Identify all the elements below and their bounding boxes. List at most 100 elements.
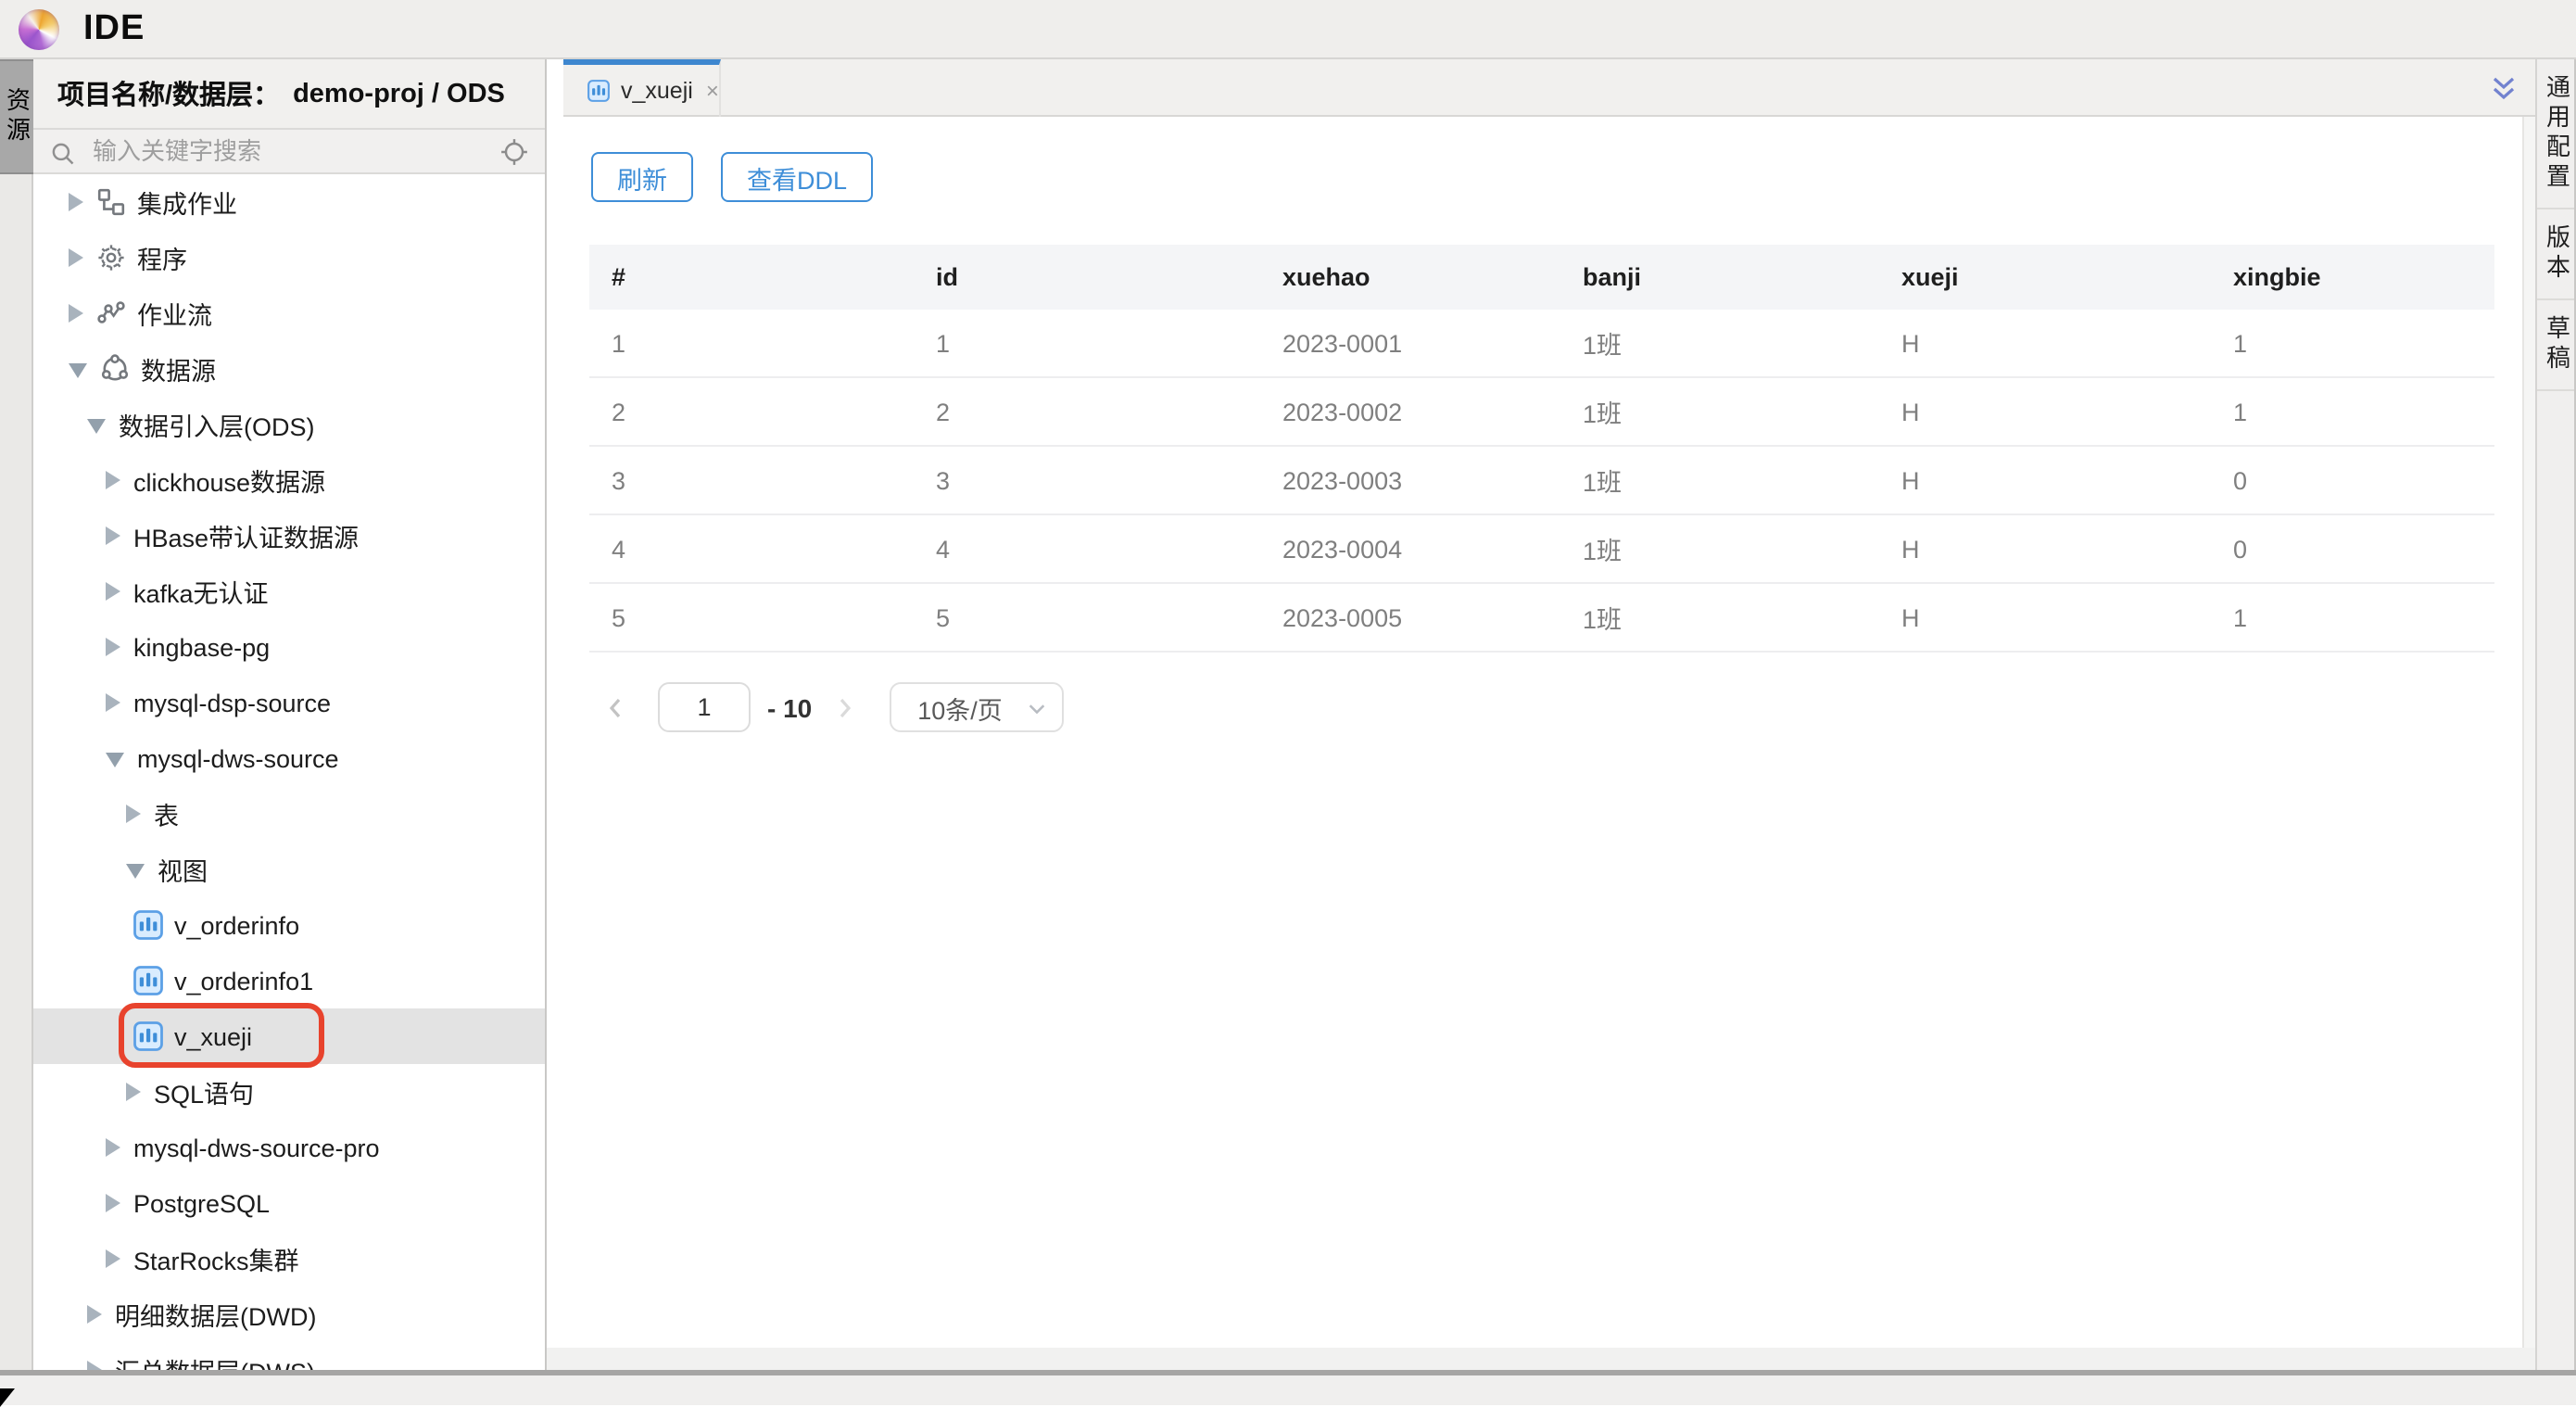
table-cell: 1 [2211, 377, 2494, 446]
search-input[interactable] [89, 135, 500, 167]
chevron-right-icon[interactable] [87, 1305, 102, 1324]
chevron-right-icon[interactable] [106, 1194, 120, 1212]
chevron-right-icon[interactable] [106, 1249, 120, 1268]
tree-item-label: v_xueji [174, 1022, 252, 1050]
page-range-label: - 10 [767, 692, 812, 722]
tree-item-v_xueji[interactable]: v_xueji [33, 1008, 545, 1064]
top-app-bar: IDE [0, 0, 2576, 59]
collapse-panel-icon[interactable] [2491, 74, 2517, 102]
page-number-input[interactable] [658, 682, 751, 732]
explorer-header-label: 项目名称/数据层： [57, 74, 280, 113]
table-cell: H [1879, 446, 2211, 514]
chevron-right-icon[interactable] [69, 304, 83, 323]
column-header: xuehao [1260, 245, 1560, 310]
chevron-right-icon[interactable] [106, 1138, 120, 1157]
app-title: IDE [83, 8, 145, 49]
table-cell: 1 [589, 310, 914, 377]
refresh-button[interactable]: 刷新 [591, 152, 693, 202]
tree-item-label: StarRocks集群 [133, 1240, 299, 1277]
tree-item--[interactable]: 作业流 [33, 285, 545, 341]
chevron-right-icon[interactable] [87, 1361, 102, 1370]
table-row: 552023-00051班H1 [589, 583, 2494, 652]
rail-item-draft[interactable]: 草稿 [2537, 300, 2574, 391]
vertical-scrollbar[interactable] [2522, 117, 2535, 1348]
explorer-header: 项目名称/数据层： demo-proj / ODS [33, 59, 545, 130]
table-cell: 4 [589, 514, 914, 583]
tree-item-kafka-[interactable]: kafka无认证 [33, 564, 545, 619]
chevron-right-icon[interactable] [106, 693, 120, 712]
chevron-right-icon[interactable] [106, 526, 120, 545]
chevron-right-icon[interactable] [126, 1083, 141, 1101]
tree-item-label: v_orderinfo1 [174, 967, 313, 995]
chevron-right-icon[interactable] [106, 582, 120, 601]
chevron-down-icon[interactable] [69, 362, 87, 377]
page-size-select[interactable]: 10条/页 [890, 682, 1064, 732]
chevron-down-icon[interactable] [106, 752, 124, 767]
table-row: 442023-00041班H0 [589, 514, 2494, 583]
resource-explorer-panel: 项目名称/数据层： demo-proj / ODS 集成作业程序作业流数据源数据… [33, 59, 547, 1370]
table-cell: 1班 [1560, 446, 1879, 514]
tree-item--ODS-[interactable]: 数据引入层(ODS) [33, 397, 545, 452]
tree-item-HBase-[interactable]: HBase带认证数据源 [33, 508, 545, 564]
table-cell: H [1879, 514, 2211, 583]
tree-item-label: mysql-dws-source [137, 744, 339, 772]
content-bottom-strip [547, 1348, 2535, 1370]
view-ddl-button[interactable]: 查看DDL [721, 152, 873, 202]
rail-item-version[interactable]: 版本 [2537, 209, 2574, 300]
chevron-right-icon[interactable] [69, 193, 83, 211]
tree-item--[interactable]: 集成作业 [33, 174, 545, 230]
tree-item-label: 集成作业 [137, 184, 237, 221]
tree-item-label: clickhouse数据源 [133, 462, 325, 499]
column-header: xingbie [2211, 245, 2494, 310]
rail-tab-resources[interactable]: 资源 [0, 59, 33, 174]
table-row: 332023-00031班H0 [589, 446, 2494, 514]
tree-item-mysql-dws-source[interactable]: mysql-dws-source [33, 730, 545, 786]
table-row: 222023-00021班H1 [589, 377, 2494, 446]
table-cell: H [1879, 583, 2211, 652]
chevron-down-icon[interactable] [126, 863, 145, 878]
tree-item-PostgreSQL[interactable]: PostgreSQL [33, 1175, 545, 1231]
chevron-down-icon [1027, 694, 1047, 720]
chevron-right-icon[interactable] [126, 805, 141, 823]
tree-item-kingbase-pg[interactable]: kingbase-pg [33, 619, 545, 675]
pagination: - 10 10条/页 [604, 682, 2522, 732]
tree-item-mysql-dsp-source[interactable]: mysql-dsp-source [33, 675, 545, 730]
chevron-right-icon[interactable] [69, 248, 83, 267]
tree-item-SQL-[interactable]: SQL语句 [33, 1064, 545, 1120]
tab-close-icon[interactable]: × [706, 80, 719, 102]
tree-item--[interactable]: 程序 [33, 230, 545, 285]
tab-label: v_xueji [621, 78, 693, 104]
chevron-right-icon[interactable] [106, 638, 120, 656]
tree-item--DWD-[interactable]: 明细数据层(DWD) [33, 1287, 545, 1342]
chevron-down-icon[interactable] [87, 418, 106, 433]
locate-icon[interactable] [500, 137, 528, 165]
page-next-icon[interactable] [834, 694, 856, 720]
toolbar: 刷新查看DDL [591, 152, 2522, 202]
tree-item-v_orderinfo[interactable]: v_orderinfo [33, 897, 545, 953]
search-icon [50, 138, 76, 164]
tree-item--[interactable]: 数据源 [33, 341, 545, 397]
explorer-search-bar [33, 130, 545, 174]
table-cell: 2023-0003 [1260, 446, 1560, 514]
tree-item-StarRocks-[interactable]: StarRocks集群 [33, 1231, 545, 1287]
column-header: banji [1560, 245, 1879, 310]
tree-item-label: 视图 [158, 851, 208, 888]
tab-v-xueji[interactable]: v_xueji × [563, 59, 721, 117]
table-header: #idxuehaobanjixuejixingbie [589, 245, 2494, 310]
tree-item--[interactable]: 视图 [33, 842, 545, 897]
page-prev-icon[interactable] [604, 694, 626, 720]
column-header: # [589, 245, 914, 310]
tree-item-label: kafka无认证 [133, 573, 269, 610]
rail-item-general-config[interactable]: 通用配置 [2537, 59, 2574, 209]
table-cell: 0 [2211, 446, 2494, 514]
tree-item-mysql-dws-source-pro[interactable]: mysql-dws-source-pro [33, 1120, 545, 1175]
app-logo-icon [19, 8, 59, 49]
tree-item-label: mysql-dws-source-pro [133, 1134, 380, 1161]
chevron-right-icon[interactable] [106, 471, 120, 489]
tree-item-clickhouse-[interactable]: clickhouse数据源 [33, 452, 545, 508]
tree-item--DWS-[interactable]: 汇总数据层(DWS) [33, 1342, 545, 1370]
table-cell: H [1879, 310, 2211, 377]
tree-item--[interactable]: 表 [33, 786, 545, 842]
tree-item-v_orderinfo1[interactable]: v_orderinfo1 [33, 953, 545, 1008]
table-cell: 1 [2211, 583, 2494, 652]
